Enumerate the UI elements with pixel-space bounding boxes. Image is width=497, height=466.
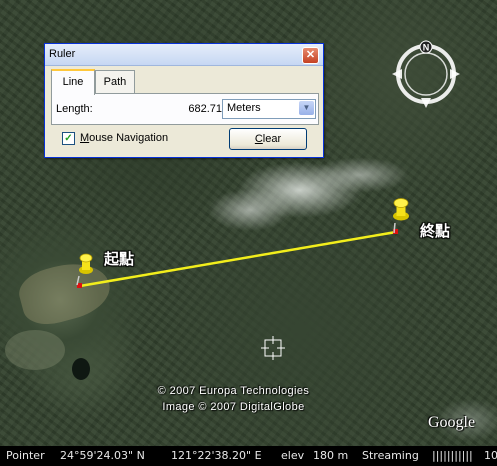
pointer-label: Pointer xyxy=(6,449,45,462)
streaming-label: Streaming xyxy=(362,449,419,462)
length-value: 682.71 xyxy=(188,103,222,115)
mouse-navigation-label[interactable]: Mouse Navigation xyxy=(80,132,168,144)
mouse-navigation-checkbox[interactable]: ✓ xyxy=(62,132,75,145)
crosshair-icon xyxy=(261,336,285,365)
checkmark-icon: ✓ xyxy=(64,133,73,144)
elevation-label: elev xyxy=(281,449,305,462)
pushpin-icon[interactable] xyxy=(388,196,414,239)
tab-path[interactable]: Path xyxy=(95,70,135,93)
copyright-line: Image © 2007 DigitalGlobe xyxy=(162,401,305,413)
length-label: Length: xyxy=(56,103,93,115)
pointer-latitude: 24°59'24.03" N xyxy=(60,449,145,462)
clear-button[interactable]: Clear xyxy=(229,128,307,150)
end-point-label: 終點 xyxy=(420,223,451,240)
tab-line[interactable]: Line xyxy=(51,69,95,95)
start-point-label: 起點 xyxy=(104,251,135,268)
elevation-value: 180 m xyxy=(313,449,349,462)
chevron-down-icon[interactable]: ▼ xyxy=(299,101,314,115)
dialog-titlebar[interactable]: Ruler ✕ xyxy=(45,44,323,66)
copyright-line: © 2007 Europa Technologies xyxy=(157,385,310,397)
compass-north-letter: N xyxy=(423,43,430,53)
ruler-dialog: Ruler ✕ Line Path Length: 682.71 Meters … xyxy=(44,43,324,158)
close-icon[interactable]: ✕ xyxy=(302,47,319,64)
compass-icon[interactable]: N xyxy=(390,38,462,115)
google-logo: Google xyxy=(428,414,476,431)
line-tab-panel: Length: 682.71 Meters ▼ xyxy=(51,93,319,125)
pushpin-icon[interactable] xyxy=(74,252,98,291)
units-selected-value: Meters xyxy=(227,102,261,114)
status-bar: Pointer 24°59'24.03" N 121°22'38.20" E e… xyxy=(0,446,497,466)
units-dropdown[interactable]: Meters ▼ xyxy=(222,99,316,119)
pointer-longitude: 121°22'38.20" E xyxy=(171,449,262,462)
streaming-progress-bar: ||||||||||| xyxy=(432,449,473,462)
streaming-percent: 10 xyxy=(484,449,497,462)
dialog-title: Ruler xyxy=(49,48,76,60)
